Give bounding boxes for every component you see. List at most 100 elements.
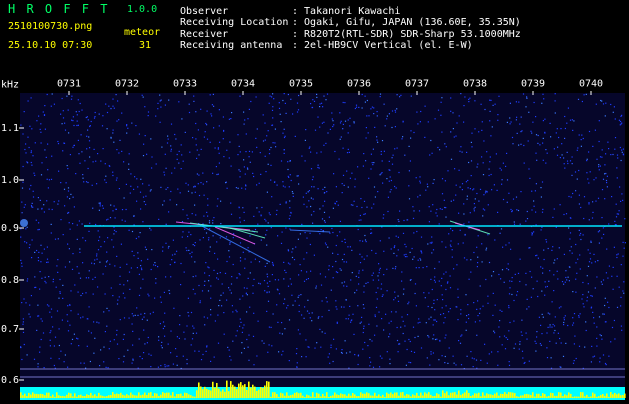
noise-speck xyxy=(289,207,291,209)
noise-speck xyxy=(389,363,391,365)
noise-speck xyxy=(80,294,82,297)
noise-speck xyxy=(248,334,250,336)
noise-speck xyxy=(316,96,318,98)
noise-speck xyxy=(102,207,104,209)
noise-speck xyxy=(94,337,96,339)
noise-speck xyxy=(444,143,446,145)
noise-speck xyxy=(380,150,382,153)
activity-bar-segment xyxy=(188,394,190,398)
noise-speck xyxy=(82,316,84,318)
activity-bar-segment xyxy=(282,393,284,398)
noise-speck xyxy=(403,288,405,290)
noise-speck xyxy=(137,186,139,188)
activity-bar-segment xyxy=(172,392,174,398)
noise-speck xyxy=(545,241,548,243)
noise-speck xyxy=(70,343,72,345)
noise-speck xyxy=(164,312,166,314)
noise-speck xyxy=(264,139,266,141)
noise-speck xyxy=(390,311,393,313)
noise-speck xyxy=(390,189,392,191)
noise-speck xyxy=(407,219,409,221)
noise-speck xyxy=(319,126,321,128)
noise-speck xyxy=(306,252,308,254)
noise-speck xyxy=(341,240,343,242)
noise-speck xyxy=(332,231,334,234)
noise-speck xyxy=(140,265,142,267)
noise-speck xyxy=(194,191,196,193)
noise-speck xyxy=(198,174,200,176)
noise-speck xyxy=(209,94,211,96)
noise-speck xyxy=(193,186,195,188)
noise-speck xyxy=(209,246,211,248)
noise-speck xyxy=(22,323,24,325)
noise-speck xyxy=(601,149,603,151)
noise-speck xyxy=(183,331,185,333)
activity-bar-segment xyxy=(256,390,258,398)
activity-bar-segment xyxy=(310,396,312,398)
noise-speck xyxy=(477,262,479,264)
noise-speck xyxy=(552,246,554,248)
noise-speck xyxy=(187,218,189,220)
noise-speck xyxy=(49,332,51,334)
noise-speck xyxy=(331,118,333,120)
noise-speck xyxy=(549,324,551,326)
activity-bar-segment xyxy=(564,394,566,398)
noise-speck xyxy=(557,278,559,280)
noise-speck xyxy=(130,173,132,175)
noise-speck xyxy=(321,218,324,220)
noise-speck xyxy=(112,295,114,297)
noise-speck xyxy=(396,339,399,342)
noise-speck xyxy=(597,231,599,233)
noise-speck xyxy=(304,232,306,234)
noise-speck xyxy=(574,335,576,337)
noise-speck xyxy=(447,362,449,364)
noise-speck xyxy=(452,112,454,114)
noise-speck xyxy=(346,152,349,154)
noise-speck xyxy=(325,142,327,144)
activity-bar-segment xyxy=(238,383,240,398)
noise-speck xyxy=(388,160,390,162)
noise-speck xyxy=(342,128,344,130)
noise-speck xyxy=(46,178,48,180)
activity-bar-segment xyxy=(258,389,260,398)
noise-speck xyxy=(486,191,488,193)
noise-speck xyxy=(62,110,64,112)
noise-speck xyxy=(59,278,61,281)
noise-speck xyxy=(75,111,77,113)
noise-speck xyxy=(526,298,528,300)
noise-speck xyxy=(297,238,299,240)
noise-speck xyxy=(566,279,568,281)
noise-speck xyxy=(545,162,547,164)
activity-bar-segment xyxy=(114,394,116,398)
noise-speck xyxy=(40,142,42,144)
noise-speck xyxy=(57,259,59,261)
noise-speck xyxy=(36,120,38,122)
noise-speck xyxy=(414,336,416,339)
activity-bar-segment xyxy=(582,392,584,398)
noise-speck xyxy=(539,144,541,146)
noise-speck xyxy=(207,266,209,268)
noise-speck xyxy=(66,314,68,316)
noise-speck xyxy=(230,202,232,204)
activity-bar-segment xyxy=(352,392,354,398)
noise-speck xyxy=(236,277,238,279)
noise-speck xyxy=(58,297,60,299)
noise-speck xyxy=(166,365,168,367)
noise-speck xyxy=(29,244,31,246)
noise-speck xyxy=(319,103,321,105)
noise-speck xyxy=(25,302,27,304)
noise-speck xyxy=(205,122,207,125)
noise-speck xyxy=(353,121,355,123)
noise-speck xyxy=(451,256,453,258)
noise-speck xyxy=(453,199,455,201)
time-tick-label: 0732 xyxy=(115,78,139,89)
noise-speck xyxy=(486,151,488,153)
noise-speck xyxy=(309,317,311,319)
noise-speck xyxy=(177,188,179,190)
noise-speck xyxy=(60,219,62,221)
noise-speck xyxy=(98,209,100,211)
noise-speck xyxy=(386,118,388,120)
noise-speck xyxy=(380,283,383,285)
noise-speck xyxy=(187,235,189,238)
noise-speck xyxy=(379,267,381,269)
